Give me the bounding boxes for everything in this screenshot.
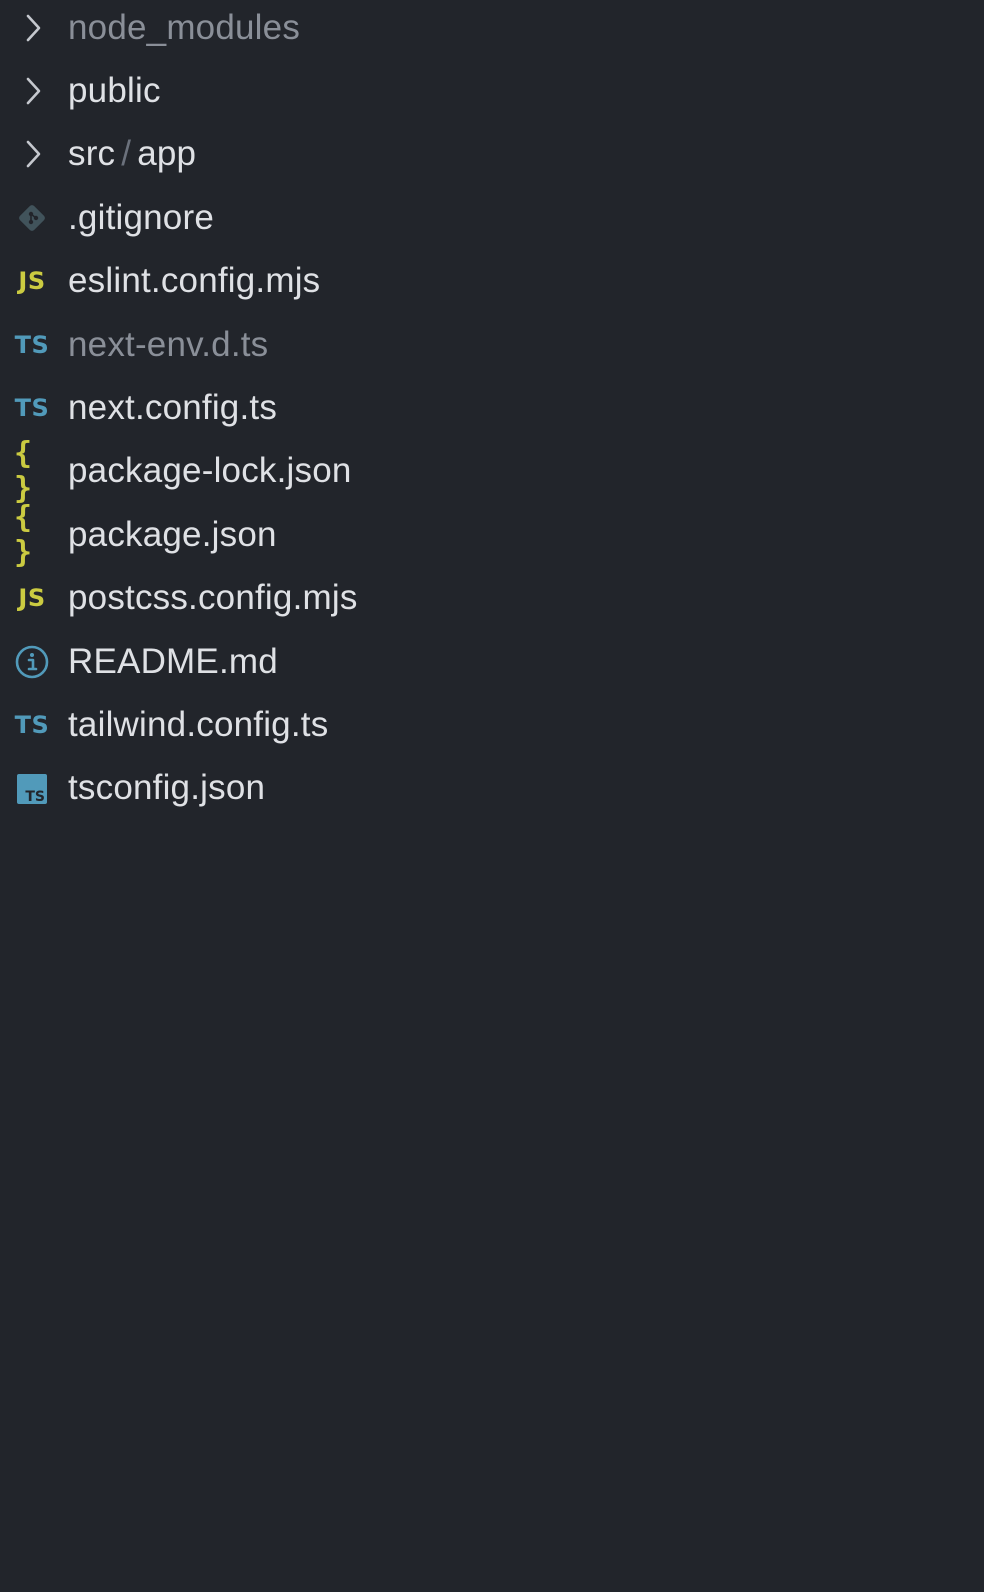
tree-item-gitignore[interactable]: .gitignore: [0, 186, 984, 249]
tree-item-tsconfig[interactable]: TS tsconfig.json: [0, 757, 984, 820]
file-explorer: node_modules public src / app .gitignore…: [0, 0, 984, 1592]
tree-item-src-app[interactable]: src / app: [0, 123, 984, 186]
tree-item-tailwind-config[interactable]: TS tailwind.config.ts: [0, 693, 984, 756]
tree-item-label: package-lock.json: [68, 451, 352, 491]
tree-item-label: node_modules: [68, 7, 301, 47]
info-icon: [14, 644, 50, 680]
tsconfig-icon: TS: [14, 770, 50, 806]
tree-item-label: tailwind.config.ts: [68, 704, 329, 744]
chevron-right-icon[interactable]: [14, 136, 50, 172]
tsconfig-icon-text: TS: [25, 789, 45, 805]
javascript-icon: JS: [18, 267, 46, 296]
javascript-icon: JS: [18, 584, 46, 613]
tree-item-label: tsconfig.json: [68, 768, 266, 808]
tree-item-public[interactable]: public: [0, 59, 984, 122]
tree-item-next-env[interactable]: TS next-env.d.ts: [0, 313, 984, 376]
path-segment: app: [137, 134, 197, 174]
tree-item-package-json[interactable]: { } package.json: [0, 499, 984, 570]
file-tree: node_modules public src / app .gitignore…: [0, 0, 984, 820]
tree-item-label: README.md: [68, 641, 278, 681]
path-separator: /: [121, 134, 132, 174]
tree-item-readme[interactable]: README.md: [0, 630, 984, 693]
tree-item-postcss-config[interactable]: JS postcss.config.mjs: [0, 567, 984, 630]
tree-item-label: public: [68, 71, 161, 111]
tree-item-node-modules[interactable]: node_modules: [0, 0, 984, 59]
tree-item-label: next-env.d.ts: [68, 324, 269, 364]
chevron-right-icon[interactable]: [14, 10, 50, 46]
typescript-icon: TS: [14, 330, 50, 359]
tree-item-label: next.config.ts: [68, 388, 278, 428]
tree-item-label: src / app: [68, 134, 196, 174]
typescript-icon: TS: [14, 394, 50, 423]
typescript-icon: TS: [14, 710, 50, 739]
git-icon: [14, 200, 50, 236]
tree-item-label: .gitignore: [68, 197, 214, 237]
tree-item-eslint-config[interactable]: JS eslint.config.mjs: [0, 250, 984, 313]
chevron-right-icon[interactable]: [14, 73, 50, 109]
tree-item-label: eslint.config.mjs: [68, 261, 321, 301]
tree-item-label: postcss.config.mjs: [68, 578, 358, 618]
tree-item-label: package.json: [68, 514, 277, 554]
tree-item-package-lock[interactable]: { } package-lock.json: [0, 436, 984, 507]
json-icon: { }: [14, 436, 36, 507]
json-icon: { }: [14, 499, 36, 570]
path-segment: src: [68, 134, 116, 174]
tree-item-next-config[interactable]: TS next.config.ts: [0, 376, 984, 439]
